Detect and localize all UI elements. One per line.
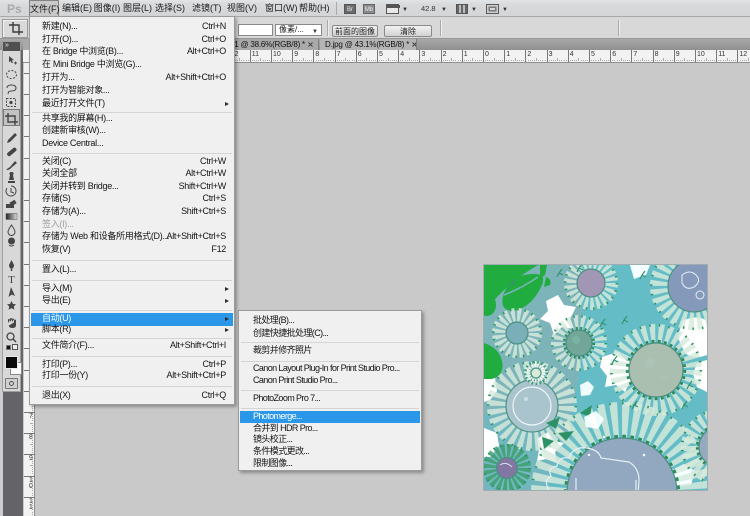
svg-text:T: T <box>8 274 15 285</box>
